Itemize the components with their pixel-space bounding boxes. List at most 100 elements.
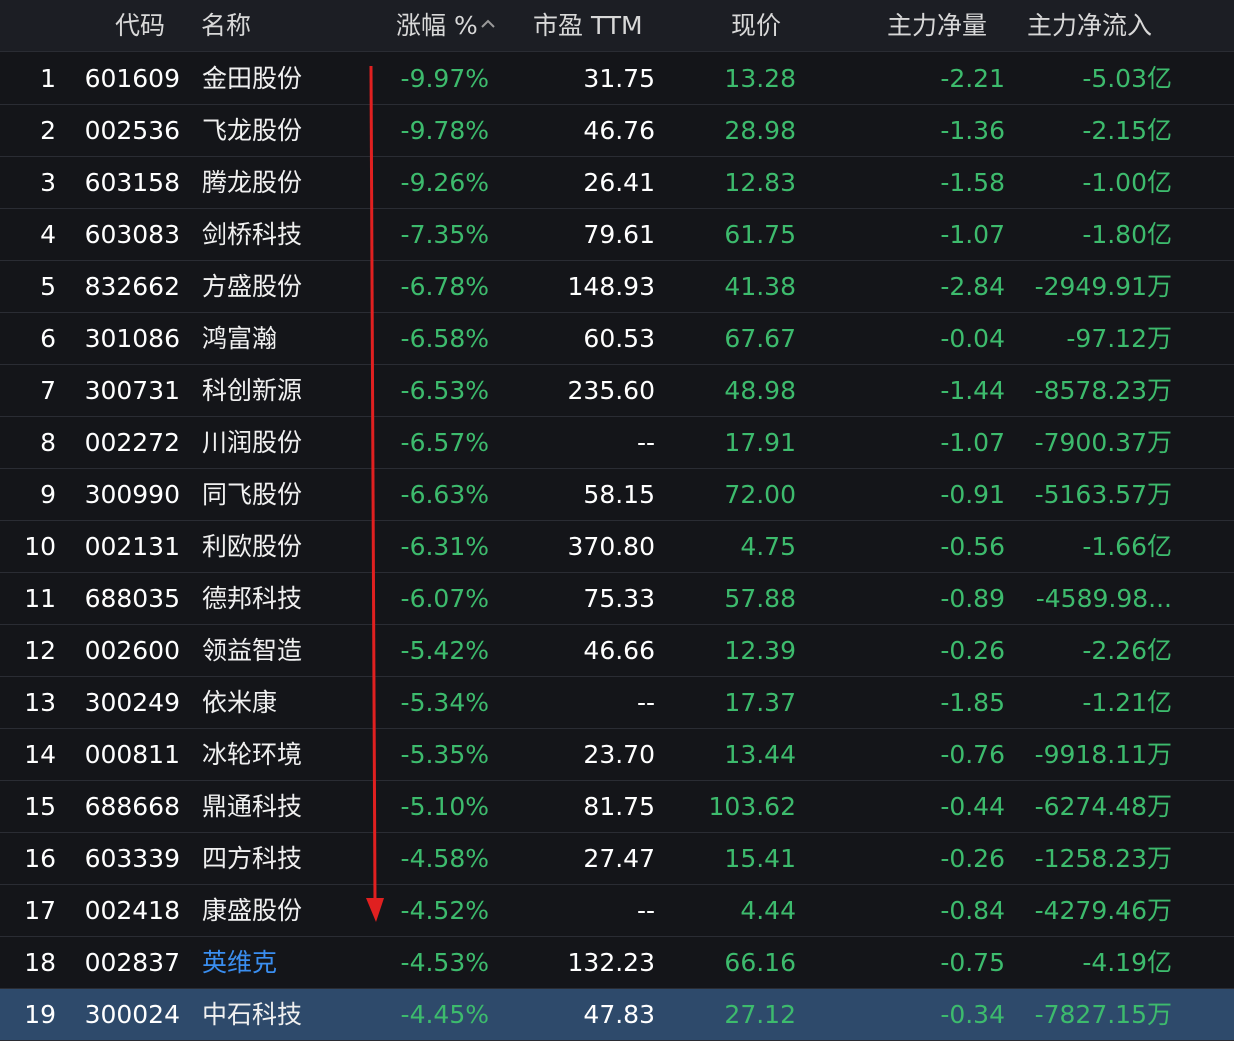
- main-net-inflow: -1258.23万: [1034, 844, 1172, 873]
- pe-ttm: --: [636, 688, 655, 717]
- stock-name[interactable]: 飞龙股份: [190, 105, 328, 156]
- stock-code: 300731: [84, 376, 180, 405]
- table-row[interactable]: 6 301086 鸿富瀚 -6.58% 60.53 67.67 -0.04 -97.12万: [0, 313, 1234, 365]
- main-net-inflow: -4589.98...: [1035, 584, 1172, 613]
- pe-ttm: 58.15: [583, 480, 655, 509]
- table-row[interactable]: 18 002837 英维克 -4.53% 132.23 66.16 -0.75 -4.19亿: [0, 937, 1234, 989]
- pe-ttm: --: [636, 428, 655, 457]
- table-row[interactable]: 10 002131 利欧股份 -6.31% 370.80 4.75 -0.56 -1.66亿: [0, 521, 1234, 573]
- stock-name[interactable]: 科创新源: [190, 365, 328, 416]
- table-row[interactable]: 8 002272 川润股份 -6.57% -- 17.91 -1.07 -7900.37万: [0, 417, 1234, 469]
- main-net-volume: -1.58: [940, 168, 1005, 197]
- change-percent: -5.34%: [400, 688, 489, 717]
- table-row[interactable]: 5 832662 方盛股份 -6.78% 148.93 41.38 -2.84 -2949.9…: [0, 261, 1234, 313]
- table-row[interactable]: 12 002600 领益智造 -5.42% 46.66 12.39 -0.26 -2.26亿: [0, 625, 1234, 677]
- stock-code: 688035: [84, 584, 180, 613]
- row-index: 14: [24, 740, 56, 769]
- stock-code: 002418: [84, 896, 180, 925]
- stock-name[interactable]: 德邦科技: [190, 573, 328, 624]
- stock-name[interactable]: 川润股份: [190, 417, 328, 468]
- change-percent: -4.53%: [400, 948, 489, 977]
- current-price: 4.44: [740, 896, 796, 925]
- change-percent: -4.45%: [400, 1000, 489, 1029]
- stock-name[interactable]: 腾龙股份: [190, 157, 328, 208]
- change-percent: -6.31%: [400, 532, 489, 561]
- main-net-volume: -1.36: [940, 116, 1005, 145]
- stock-code: 603339: [84, 844, 180, 873]
- stock-code: 002272: [84, 428, 180, 457]
- current-price: 103.62: [708, 792, 796, 821]
- main-net-inflow: -2949.91万: [1034, 272, 1172, 301]
- stock-code: 000811: [84, 740, 180, 769]
- main-net-inflow: -1.21亿: [1082, 688, 1172, 717]
- table-row[interactable]: 3 603158 腾龙股份 -9.26% 26.41 12.83 -1.58 -1.00亿: [0, 157, 1234, 209]
- stock-code: 300024: [84, 1000, 180, 1029]
- stock-name[interactable]: 鼎通科技: [190, 781, 328, 832]
- pe-ttm: 75.33: [583, 584, 655, 613]
- stock-name[interactable]: 金田股份: [190, 53, 328, 104]
- main-net-volume: -2.21: [940, 64, 1005, 93]
- main-net-volume: -0.34: [940, 1000, 1005, 1029]
- change-percent: -4.58%: [400, 844, 489, 873]
- stock-name[interactable]: 剑桥科技: [190, 209, 328, 260]
- stock-name[interactable]: 英维克: [190, 937, 328, 988]
- table-row[interactable]: 14 000811 冰轮环境 -5.35% 23.70 13.44 -0.76 -9918.1…: [0, 729, 1234, 781]
- table-row[interactable]: 7 300731 科创新源 -6.53% 235.60 48.98 -1.44 -8578.2…: [0, 365, 1234, 417]
- change-percent: -6.07%: [400, 584, 489, 613]
- table-row[interactable]: 19 300024 中石科技 -4.45% 47.83 27.12 -0.34 -7827.1…: [0, 989, 1234, 1041]
- current-price: 48.98: [724, 376, 796, 405]
- row-index: 2: [40, 116, 56, 145]
- main-net-volume: -0.26: [940, 636, 1005, 665]
- pe-ttm: --: [636, 896, 655, 925]
- main-net-inflow: -5163.57万: [1034, 480, 1172, 509]
- stock-name[interactable]: 同飞股份: [190, 469, 328, 520]
- current-price: 17.37: [724, 688, 796, 717]
- stock-name[interactable]: 康盛股份: [190, 885, 328, 936]
- pe-ttm: 23.70: [583, 740, 655, 769]
- row-index: 8: [40, 428, 56, 457]
- pe-ttm: 27.47: [583, 844, 655, 873]
- stock-code: 832662: [84, 272, 180, 301]
- current-price: 57.88: [724, 584, 796, 613]
- main-net-inflow: -6274.48万: [1034, 792, 1172, 821]
- row-index: 13: [24, 688, 56, 717]
- row-index: 16: [24, 844, 56, 873]
- table-row[interactable]: 15 688668 鼎通科技 -5.10% 81.75 103.62 -0.44 -6274.…: [0, 781, 1234, 833]
- stock-name[interactable]: 方盛股份: [190, 261, 328, 312]
- main-net-volume: -0.44: [940, 792, 1005, 821]
- column-header-price[interactable]: 现价: [731, 0, 781, 52]
- stock-name[interactable]: 鸿富瀚: [190, 313, 328, 364]
- stock-name[interactable]: 领益智造: [190, 625, 328, 676]
- table-row[interactable]: 17 002418 康盛股份 -4.52% -- 4.44 -0.84 -4279.46万: [0, 885, 1234, 937]
- column-header-name[interactable]: 名称: [201, 0, 251, 52]
- table-row[interactable]: 16 603339 四方科技 -4.58% 27.47 15.41 -0.26 -1258.2…: [0, 833, 1234, 885]
- table-row[interactable]: 9 300990 同飞股份 -6.63% 58.15 72.00 -0.91 -5163.57…: [0, 469, 1234, 521]
- main-net-volume: -0.04: [940, 324, 1005, 353]
- main-net-inflow: -1.00亿: [1082, 168, 1172, 197]
- current-price: 61.75: [724, 220, 796, 249]
- column-header-pe[interactable]: 市盈 TTM: [533, 0, 643, 52]
- column-header-main-net-inflow[interactable]: 主力净流入: [1027, 0, 1152, 52]
- stock-name[interactable]: 利欧股份: [190, 521, 328, 572]
- column-header-change[interactable]: 涨幅 %: [396, 0, 496, 52]
- pe-ttm: 81.75: [583, 792, 655, 821]
- table-row[interactable]: 1 601609 金田股份 -9.97% 31.75 13.28 -2.21 -5.03亿: [0, 53, 1234, 105]
- table-row[interactable]: 2 002536 飞龙股份 -9.78% 46.76 28.98 -1.36 -2.15亿: [0, 105, 1234, 157]
- row-index: 11: [24, 584, 56, 613]
- table-row[interactable]: 11 688035 德邦科技 -6.07% 75.33 57.88 -0.89 -4589.9…: [0, 573, 1234, 625]
- column-header-main-net-volume[interactable]: 主力净量: [887, 0, 987, 52]
- current-price: 27.12: [724, 1000, 796, 1029]
- change-percent: -9.97%: [400, 64, 489, 93]
- column-header-code[interactable]: 代码: [115, 0, 165, 52]
- pe-ttm: 31.75: [583, 64, 655, 93]
- stock-name[interactable]: 四方科技: [190, 833, 328, 884]
- pe-ttm: 235.60: [567, 376, 655, 405]
- stock-name[interactable]: 中石科技: [190, 989, 328, 1040]
- main-net-volume: -0.89: [940, 584, 1005, 613]
- table-row[interactable]: 13 300249 依米康 -5.34% -- 17.37 -1.85 -1.21亿: [0, 677, 1234, 729]
- stock-code: 300249: [84, 688, 180, 717]
- stock-name[interactable]: 依米康: [190, 677, 328, 728]
- stock-name[interactable]: 冰轮环境: [190, 729, 328, 780]
- table-row[interactable]: 4 603083 剑桥科技 -7.35% 79.61 61.75 -1.07 -1.80亿: [0, 209, 1234, 261]
- main-net-inflow: -4279.46万: [1034, 896, 1172, 925]
